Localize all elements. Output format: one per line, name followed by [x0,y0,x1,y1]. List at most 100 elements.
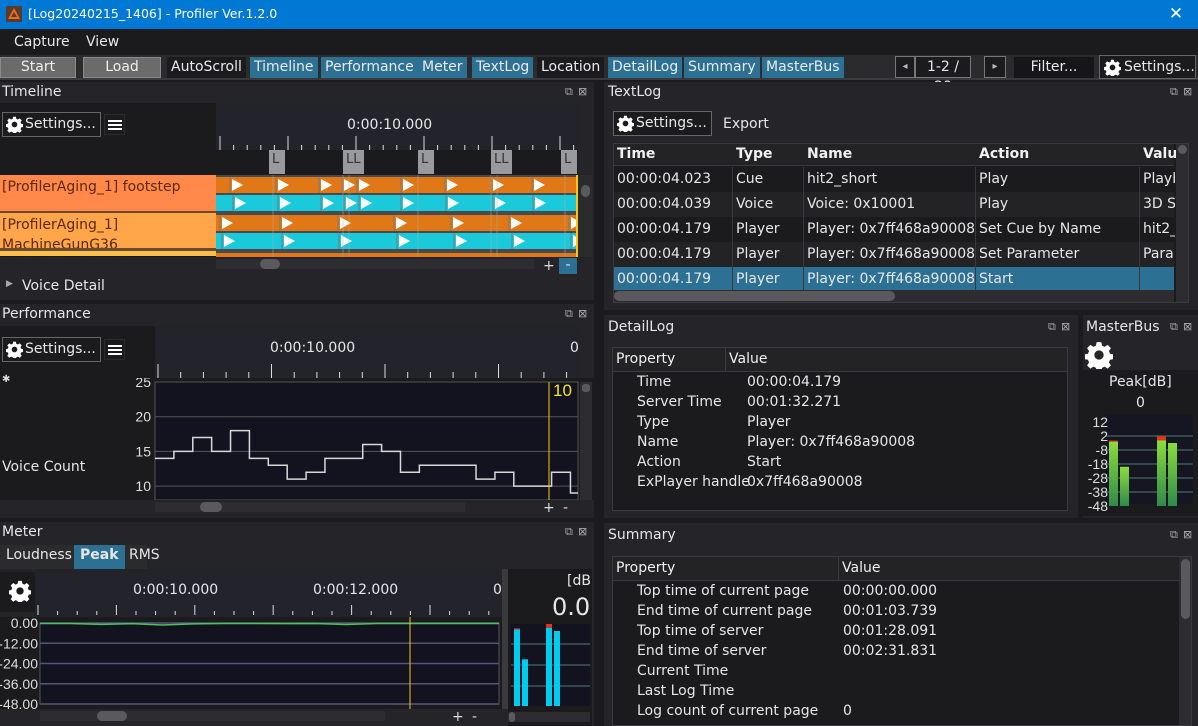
textlog-row[interactable]: 00:00:04.039 Voice Voice: 0x10001 Play 3D So [614,192,1175,217]
summary-close-icon[interactable]: ⊠ [1183,528,1193,541]
loop-marker[interactable]: L [269,150,285,174]
performance-float-icon[interactable]: ⧉ [565,307,574,321]
loop-marker[interactable]: L [418,150,434,174]
timeline-lanes[interactable] [216,175,578,257]
toggle-detaillog[interactable]: DetailLog [608,57,683,78]
voice-detail-expander[interactable]: ▶ Voice Detail [0,275,594,300]
meter-settings-button[interactable] [0,572,40,612]
timeline-hscroll[interactable] [216,259,534,269]
performance-chart[interactable]: 25 20 15 10 10 [0,378,594,500]
page-prev-button[interactable]: ◂ [895,56,915,78]
masterbus-close-icon[interactable]: ⊠ [1183,320,1193,333]
meter-time-label: 0 [493,582,502,598]
menu-view[interactable]: View [86,34,119,50]
performance-vscroll[interactable] [580,382,592,500]
toggle-masterbus[interactable]: MasterBus [762,57,844,78]
export-button[interactable]: Export [723,116,769,132]
meter-hscroll[interactable] [40,711,385,721]
col-value[interactable]: Value [842,560,880,576]
performance-close-icon[interactable]: ⊠ [578,307,588,320]
meter-level-scroll[interactable] [508,712,590,722]
textlog-settings-button[interactable]: Settings... [613,111,712,136]
timeline-float-icon[interactable]: ⧉ [565,85,574,99]
performance-settings-button[interactable]: Settings... [2,337,101,362]
textlog-float-icon[interactable]: ⧉ [1170,85,1179,99]
detaillog-row[interactable]: Action Start [613,454,1053,474]
textlog-row[interactable]: 00:00:04.023 Cue hit2_short Play Playb [614,167,1175,192]
detaillog-float-icon[interactable]: ⧉ [1048,320,1057,334]
tab-rms[interactable]: RMS [129,547,160,563]
summary-vscroll[interactable] [1179,557,1191,725]
timeline-close-icon[interactable]: ⊠ [578,85,588,98]
textlog-row[interactable]: 00:00:04.179 Player Player: 0x7ff468a90008… [614,267,1174,292]
loop-marker[interactable]: LL [491,150,512,174]
textlog-vscroll[interactable] [1176,144,1188,302]
meter-peak-chart[interactable]: 0.00 -12.00 -24.00 -36.00 -48.00 [0,617,502,709]
textlog-row[interactable]: 00:00:04.179 Player Player: 0x7ff468a90008… [614,217,1175,242]
summary-row[interactable]: Top time of server 00:01:28.091 [613,623,1173,643]
start-button[interactable]: Start [0,57,76,78]
performance-hscroll[interactable] [155,502,465,512]
col-property[interactable]: Property [616,351,675,367]
loop-marker[interactable]: LL [343,150,364,174]
toggle-summary[interactable]: Summary [684,57,760,78]
page-next-button[interactable]: ▸ [984,56,1006,78]
summary-row[interactable]: Top time of current page 00:00:00.000 [613,583,1173,603]
textlog-row[interactable]: 00:00:04.179 Player Player: 0x7ff468a90008… [614,242,1175,267]
summary-row[interactable]: End time of server 00:02:31.831 [613,643,1173,663]
filter-button[interactable]: Filter... [1014,57,1094,78]
summary-row[interactable]: Log count of current page 0 [613,703,1173,723]
scroll-thumb[interactable] [582,384,590,392]
meter-float-icon[interactable]: ⧉ [565,525,574,539]
detaillog-row[interactable]: Name Player: 0x7ff468a90008 [613,434,1053,454]
performance-zoom-in-button[interactable]: + [543,500,555,516]
summary-row[interactable]: Last Log Time [613,683,1173,703]
textlog-hscroll[interactable] [614,290,1174,302]
column-divider [803,192,804,217]
global-settings-button[interactable]: Settings... [1099,55,1196,79]
menu-capture[interactable]: Capture [14,34,70,50]
track-header-machinegun[interactable]: [ProfilerAging_1] MachineGunG36 [0,213,216,251]
meter-zoom-in-button[interactable]: + [452,709,464,725]
summary-row[interactable]: End time of current page 00:01:03.739 [613,603,1173,623]
col-property[interactable]: Property [616,560,675,576]
performance-menu-icon[interactable] [104,339,125,360]
masterbus-settings-gear-icon[interactable] [1085,341,1113,369]
timeline-vscroll[interactable] [578,175,592,257]
col-name[interactable]: Name [807,146,852,162]
loop-marker[interactable]: L [561,150,577,174]
tab-loudness[interactable]: Loudness [6,547,72,563]
summary-row[interactable]: Current Time [613,663,1173,683]
tab-peak[interactable]: Peak [74,545,125,569]
detaillog-row[interactable]: ExPlayer handle 0x7ff468a90008 [613,474,1053,494]
toggle-autoscroll[interactable]: AutoScroll [167,57,246,78]
summary-float-icon[interactable]: ⧉ [1170,528,1179,542]
toggle-performance[interactable]: Performance [321,57,418,78]
detaillog-row[interactable]: Time 00:00:04.179 [613,374,1053,394]
col-action[interactable]: Action [979,146,1029,162]
vertical-splitter[interactable] [594,82,604,726]
masterbus-float-icon[interactable]: ⧉ [1170,320,1179,334]
timeline-zoom-in-button[interactable]: + [543,258,555,274]
col-value[interactable]: Value [729,351,767,367]
track-header-footstep[interactable]: [ProfilerAging_1] footstep [0,175,216,213]
meter-zoom-out-button[interactable]: - [472,709,477,725]
toggle-textlog[interactable]: TextLog [472,57,534,78]
performance-zoom-out-button[interactable]: - [563,500,568,516]
toggle-timeline[interactable]: Timeline [250,57,318,78]
toggle-location[interactable]: Location [537,57,605,78]
close-window-button[interactable]: ✕ [1154,0,1198,29]
meter-close-icon[interactable]: ⊠ [578,525,588,538]
timeline-menu-icon[interactable] [104,114,125,135]
timeline-settings-button[interactable]: Settings... [2,112,101,137]
detaillog-close-icon[interactable]: ⊠ [1061,320,1071,333]
detaillog-row[interactable]: Server Time 00:01:32.271 [613,394,1053,414]
col-type[interactable]: Type [736,146,773,162]
toggle-meter[interactable]: Meter [418,57,467,78]
detaillog-row[interactable]: Type Player [613,414,1053,434]
timeline-zoom-out-button[interactable]: - [559,258,577,274]
cell-action: Play [979,196,1009,212]
textlog-close-icon[interactable]: ⊠ [1183,85,1193,98]
load-button[interactable]: Load [83,57,161,78]
col-time[interactable]: Time [617,146,655,162]
